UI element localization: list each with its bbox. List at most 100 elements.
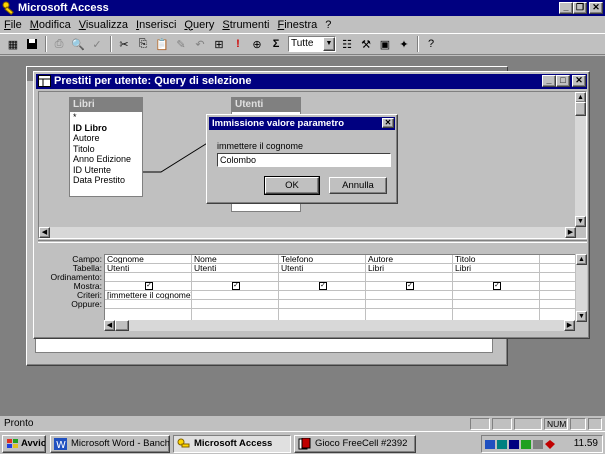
task-access[interactable]: Microsoft Access [173,435,291,453]
grid-show-cell[interactable]: ✓ [105,282,191,291]
grid-table-cell[interactable]: Utenti [279,264,365,273]
query-type-icon[interactable]: ⊞ [210,35,228,53]
grid-column[interactable]: Cognome Utenti ✓ [immettere il cognome] [105,255,192,320]
show-checkbox[interactable]: ✓ [406,282,414,290]
task-freecell[interactable]: Gioco FreeCell #2392 [294,435,416,453]
run-icon[interactable]: ! [229,35,247,53]
print-preview-icon[interactable]: 🔍 [69,35,87,53]
scroll-down-icon[interactable]: ▼ [576,311,587,322]
cut-icon[interactable]: ✂ [115,35,133,53]
grid-field-cell[interactable]: Autore [366,255,452,264]
parameter-input[interactable]: Colombo [217,153,391,167]
grid-column[interactable]: Nome Utenti ✓ [192,255,279,320]
grid-table-cell[interactable]: Libri [453,264,539,273]
field-item[interactable]: ID Libro [70,123,142,134]
menu-help[interactable]: ? [325,19,331,31]
field-item[interactable]: Data Prestito [70,175,142,186]
show-checkbox[interactable]: ✓ [319,282,327,290]
grid-hscroll[interactable]: ◀ ▶ [104,320,575,331]
scroll-left-icon[interactable]: ◀ [104,320,115,331]
new-object-icon[interactable]: ✦ [395,35,413,53]
grid-or-cell[interactable] [279,300,365,309]
grid-show-cell[interactable] [540,282,575,291]
grid-table-cell[interactable]: Utenti [105,264,191,273]
ok-button[interactable]: OK [264,176,320,195]
grid-column[interactable]: Telefono Utenti ✓ [279,255,366,320]
cancel-button[interactable]: Annulla [329,177,387,194]
grid-criteria-cell[interactable] [192,291,278,300]
show-table-icon[interactable]: ⊕ [248,35,266,53]
start-button[interactable]: Avvio [2,435,46,453]
grid-field-cell[interactable]: Titolo [453,255,539,264]
menu-file[interactable]: File [4,19,22,31]
query-window[interactable]: Prestiti per utente: Query di selezione … [33,71,590,339]
menu-inserisci[interactable]: Inserisci [136,19,176,31]
show-checkbox[interactable]: ✓ [145,282,153,290]
grid-criteria-cell[interactable] [540,291,575,300]
scroll-thumb[interactable] [575,102,586,116]
menu-modifica[interactable]: Modifica [30,19,71,31]
help-icon[interactable]: ? [422,35,440,53]
spelling-icon[interactable]: ✓ [88,35,106,53]
database-window-icon[interactable]: ▣ [376,35,394,53]
menu-visualizza[interactable]: Visualizza [79,19,128,31]
grid-table-cell[interactable]: Utenti [192,264,278,273]
grid-table-cell[interactable] [540,264,575,273]
field-item[interactable]: ID Utente [70,165,142,176]
query-close-button[interactable]: ✕ [572,75,586,87]
minimize-button[interactable]: _ [559,2,573,14]
menu-query[interactable]: Query [184,19,214,31]
query-maximize-button[interactable]: □ [556,75,570,87]
grid-field-cell[interactable]: Cognome [105,255,191,264]
scroll-thumb[interactable] [115,320,129,331]
print-icon[interactable]: ⎙ [50,35,68,53]
show-checkbox[interactable]: ✓ [493,282,501,290]
paste-icon[interactable]: 📋 [153,35,171,53]
dialog-close-icon[interactable]: ✕ [382,118,394,128]
table-libri[interactable]: Libri * ID Libro Autore Titolo Anno Ediz… [69,97,143,197]
close-button[interactable]: ✕ [589,2,603,14]
format-painter-icon[interactable]: ✎ [172,35,190,53]
grid-show-cell[interactable]: ✓ [192,282,278,291]
field-item[interactable]: * [70,112,142,123]
grid-column[interactable]: Titolo Libri ✓ [453,255,540,320]
grid-show-cell[interactable]: ✓ [279,282,365,291]
grid-show-cell[interactable]: ✓ [366,282,452,291]
grid-show-cell[interactable]: ✓ [453,282,539,291]
pane-splitter[interactable] [38,240,587,243]
task-word[interactable]: W Microsoft Word - Banche d... [50,435,170,453]
grid-criteria-cell[interactable] [366,291,452,300]
scroll-up-icon[interactable]: ▲ [576,254,587,265]
grid-sort-cell[interactable] [192,273,278,282]
view-button-icon[interactable]: ▦ [4,35,22,53]
table-pane-hscroll[interactable]: ◀ ▶ [39,227,576,238]
query-minimize-button[interactable]: _ [542,75,556,87]
menu-finestra[interactable]: Finestra [277,19,317,31]
field-item[interactable]: Anno Edizione [70,154,142,165]
grid-sort-cell[interactable] [453,273,539,282]
field-item[interactable]: Titolo [70,144,142,155]
table-pane-vscroll[interactable]: ▲ ▼ [575,92,586,227]
parameter-dialog[interactable]: Immissione valore parametro ✕ immettere … [206,114,398,204]
grid-field-cell[interactable]: Telefono [279,255,365,264]
grid-sort-cell[interactable] [105,273,191,282]
totals-icon[interactable]: Σ [267,35,285,53]
grid-or-cell[interactable] [366,300,452,309]
grid-or-cell[interactable] [192,300,278,309]
grid-or-cell[interactable] [105,300,191,309]
grid-vscroll[interactable]: ▲ ▼ [576,254,587,322]
undo-icon[interactable]: ↶ [191,35,209,53]
build-icon[interactable]: ⚒ [357,35,375,53]
grid-criteria-cell[interactable] [453,291,539,300]
grid-criteria-cell[interactable] [279,291,365,300]
top-values-select[interactable]: Tutte ▼ [288,36,336,52]
show-checkbox[interactable]: ✓ [232,282,240,290]
grid-sort-cell[interactable] [279,273,365,282]
scroll-left-icon[interactable]: ◀ [39,227,50,238]
restore-button[interactable]: ❐ [573,2,587,14]
field-item[interactable]: Autore [70,133,142,144]
properties-icon[interactable]: ☷ [338,35,356,53]
grid-column[interactable]: Autore Libri ✓ [366,255,453,320]
grid-or-cell[interactable] [540,300,575,309]
grid-table-cell[interactable]: Libri [366,264,452,273]
